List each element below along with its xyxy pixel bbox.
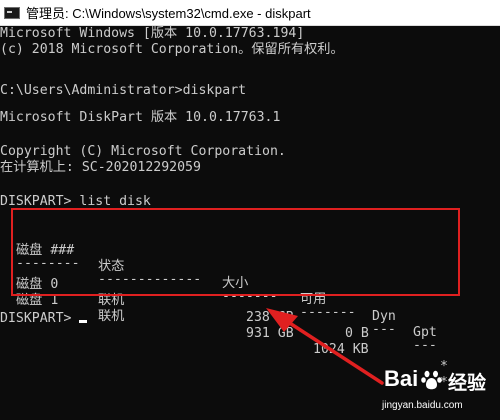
cmd-icon xyxy=(4,6,20,19)
underline-gpt: --- xyxy=(413,338,437,353)
console-line-copyright: (c) 2018 Microsoft Corporation。保留所有权利。 xyxy=(0,42,344,57)
annotation-highlight-box xyxy=(11,208,460,296)
watermark-cn: 经验 xyxy=(448,372,487,394)
row-disk-free: 0 B xyxy=(345,326,369,341)
text-cursor xyxy=(79,320,88,323)
underline-dyn: --- xyxy=(372,321,396,337)
row-disk-free: 1024 KB xyxy=(313,342,369,357)
console-line-computer: 在计算机上: SC-202012292059 xyxy=(0,160,201,175)
row-disk-size: 238 GB xyxy=(246,309,294,325)
console-line-diskpart-copyright: Copyright (C) Microsoft Corporation. xyxy=(0,144,286,159)
underline-free: ------- xyxy=(300,305,356,320)
console-line-prompt: C:\Users\Administrator>diskpart xyxy=(0,83,247,98)
title-bar[interactable]: 管理员: C:\Windows\system32\cmd.exe - diskp… xyxy=(0,0,500,26)
console-line-version: Microsoft Windows [版本 10.0.17763.194] xyxy=(0,26,305,41)
console-final-prompt: DISKPART> xyxy=(0,311,88,328)
cmd-window: 管理员: C:\Windows\system32\cmd.exe - diskp… xyxy=(0,0,500,420)
row-disk-status: 联机 xyxy=(98,309,125,324)
watermark-logo: Bai xyxy=(384,366,419,391)
watermark-url: jingyan.baidu.com xyxy=(382,400,463,411)
baidu-watermark: Bai 经验 jingyan.baidu.com xyxy=(372,366,498,418)
console-line-diskpart-version: Microsoft DiskPart 版本 10.0.17763.1 xyxy=(0,110,281,125)
final-prompt-text: DISKPART> xyxy=(0,311,80,326)
baidu-paw-icon xyxy=(421,370,442,390)
row-disk-size: 931 GB xyxy=(246,325,294,341)
window-title: 管理员: C:\Windows\system32\cmd.exe - diskp… xyxy=(26,6,311,21)
